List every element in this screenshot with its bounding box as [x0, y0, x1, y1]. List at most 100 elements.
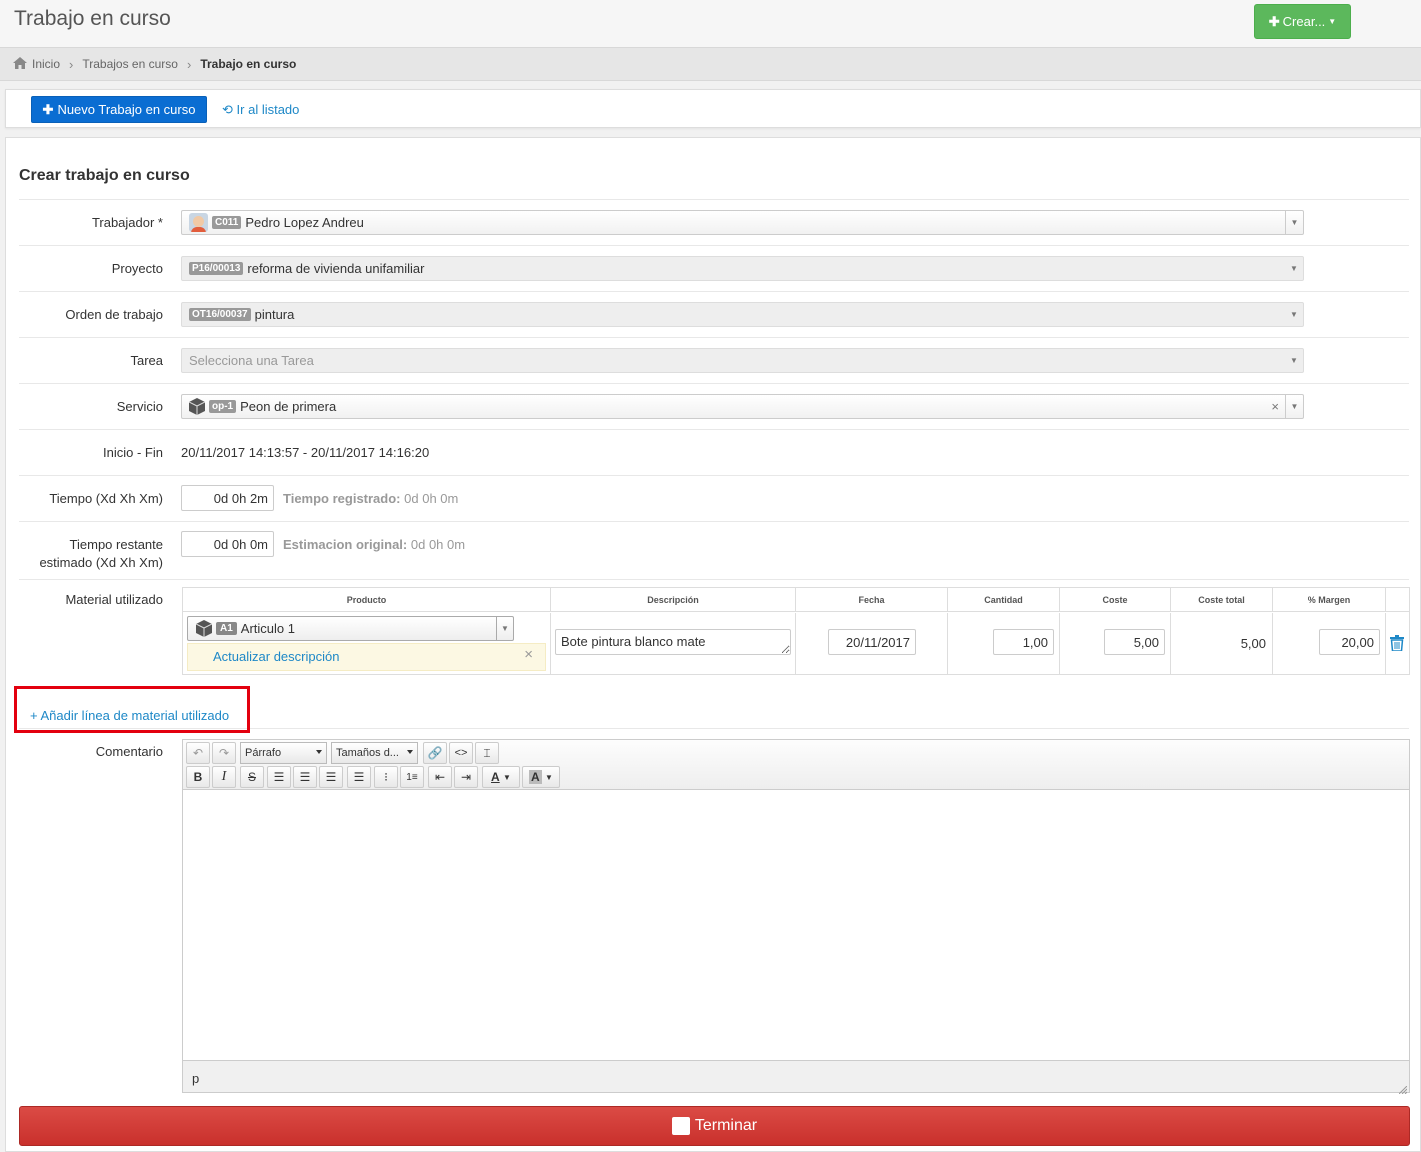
numbered-list-icon[interactable]: 1≡ — [400, 766, 424, 788]
fecha-input[interactable] — [828, 629, 916, 655]
breadcrumb-list[interactable]: Trabajos en curso — [82, 57, 178, 71]
material-label: Material utilizado — [65, 592, 163, 607]
descripcion-textarea[interactable]: Bote pintura blanco mate — [555, 629, 791, 655]
go-to-list-link[interactable]: ⟲ Ir al listado — [222, 102, 299, 118]
add-material-line-link[interactable]: + Añadir línea de material utilizado — [30, 708, 229, 723]
tiempo-restante-label-line1: Tiempo restante — [69, 537, 163, 552]
bullet-list-icon[interactable]: ⁝ — [374, 766, 398, 788]
cantidad-input[interactable] — [993, 629, 1054, 655]
servicio-value: Peon de primera — [240, 399, 337, 414]
align-left-icon[interactable]: ☰ — [267, 766, 291, 788]
tarea-placeholder: Selecciona una Tarea — [189, 353, 314, 368]
strikethrough-icon[interactable]: S — [240, 766, 264, 788]
chevron-down-icon — [407, 750, 413, 754]
proyecto-select[interactable]: P16/00013 reforma de vivienda unifamilia… — [181, 256, 1304, 281]
font-size-select[interactable]: Tamaños d... — [331, 742, 418, 764]
chevron-down-icon: ▼ — [1285, 211, 1303, 234]
close-icon[interactable]: × — [524, 642, 533, 668]
estimacion-original: Estimacion original: 0d 0h 0m — [283, 537, 465, 552]
bold-icon[interactable]: B — [186, 766, 210, 788]
plus-icon: ✚ — [42, 101, 54, 117]
producto-select[interactable]: A1 Articulo 1 ▼ — [187, 616, 514, 641]
terminar-button-label: Terminar — [694, 1117, 758, 1134]
margen-input[interactable] — [1319, 629, 1380, 655]
inicio-fin-value: 20/11/2017 14:13:57 - 20/11/2017 14:16:2… — [181, 445, 430, 460]
col-margen: % Margen — [1273, 588, 1386, 612]
trabajador-label: Trabajador * — [91, 215, 163, 230]
element-path: p — [192, 1071, 200, 1086]
form-title: Crear trabajo en curso — [19, 167, 190, 184]
terminar-button[interactable]: Terminar — [19, 1106, 1410, 1146]
producto-code: A1 — [216, 622, 237, 635]
divider — [19, 383, 1409, 384]
align-center-icon[interactable]: ☰ — [293, 766, 317, 788]
material-table-header: Producto Descripción Fecha Cantidad Cost… — [183, 588, 1409, 612]
format-select[interactable]: Párrafo — [240, 742, 327, 764]
col-producto: Producto — [183, 588, 551, 612]
page-break-icon[interactable]: ⌶ — [475, 742, 499, 764]
update-description-link[interactable]: Actualizar descripción — [213, 649, 339, 664]
action-bar: ✚ Nuevo Trabajo en curso ⟲ Ir al listado — [5, 89, 1421, 128]
orden-select[interactable]: OT16/00037 pintura ▼ — [181, 302, 1304, 327]
clear-icon[interactable]: × — [1271, 399, 1279, 414]
resize-handle-icon[interactable] — [1398, 1082, 1408, 1095]
divider — [19, 475, 1409, 476]
code-icon[interactable]: <> — [449, 742, 473, 764]
undo-icon[interactable]: ↶ — [186, 742, 210, 764]
col-descripcion: Descripción — [551, 588, 796, 612]
tiempo-input[interactable] — [181, 485, 274, 511]
estimacion-original-label: Estimacion original: — [283, 537, 408, 552]
servicio-label: Servicio — [116, 399, 163, 414]
create-button[interactable]: ✚ Crear... ▼ — [1254, 4, 1351, 39]
inicio-fin-label: Inicio - Fin — [103, 445, 163, 460]
fecha-cell — [796, 613, 948, 674]
outdent-icon[interactable]: ⇤ — [428, 766, 452, 788]
create-button-label: Crear... — [1282, 14, 1326, 29]
indent-icon[interactable]: ⇥ — [454, 766, 478, 788]
chevron-down-icon — [316, 750, 322, 754]
divider — [19, 429, 1409, 430]
link-icon[interactable]: 🔗 — [423, 742, 447, 764]
breadcrumb-current: Trabajo en curso — [200, 57, 297, 71]
box-icon — [189, 398, 205, 415]
proyecto-value: reforma de vivienda unifamiliar — [247, 261, 425, 276]
align-right-icon[interactable]: ☰ — [319, 766, 343, 788]
tiempo-restante-input[interactable] — [181, 531, 274, 557]
margen-cell — [1273, 613, 1386, 674]
caret-down-icon: ▼ — [1328, 17, 1337, 26]
justify-icon[interactable]: ☰ — [347, 766, 371, 788]
italic-icon[interactable]: I — [212, 766, 236, 788]
chevron-down-icon: ▼ — [496, 617, 513, 640]
table-row: A1 Articulo 1 ▼ Actualizar descripción × — [183, 613, 551, 674]
chevron-right-icon: › — [69, 56, 74, 72]
coste-total-value: 5,00 — [1240, 636, 1266, 651]
orden-code: OT16/00037 — [189, 308, 251, 321]
coste-input[interactable] — [1104, 629, 1165, 655]
chevron-right-icon: › — [186, 56, 192, 72]
form-card: Crear trabajo en curso Trabajador * C011… — [5, 137, 1421, 1152]
font-size-select-value: Tamaños d... — [336, 747, 399, 759]
page-title: Trabajo en curso — [14, 7, 171, 30]
comment-editor-area[interactable] — [183, 790, 1409, 1061]
coste-cell — [1060, 613, 1171, 674]
coste-total-cell: 5,00 — [1171, 613, 1273, 674]
servicio-select[interactable]: op-1 Peon de primera × ▼ — [181, 394, 1304, 419]
new-work-button[interactable]: ✚ Nuevo Trabajo en curso — [31, 96, 207, 123]
estimacion-original-value: 0d 0h 0m — [410, 537, 466, 552]
redo-icon[interactable]: ↷ — [212, 742, 236, 764]
top-bar: Trabajo en curso ✚ Crear... ▼ — [0, 0, 1421, 47]
col-coste-total: Coste total — [1171, 588, 1273, 612]
tiempo-registrado: Tiempo registrado: 0d 0h 0m — [283, 491, 458, 506]
divider — [19, 291, 1409, 292]
orden-value: pintura — [254, 307, 295, 322]
tarea-select[interactable]: Selecciona una Tarea ▼ — [181, 348, 1304, 373]
background-color-icon[interactable]: A ▼ — [522, 766, 560, 788]
user-avatar-icon — [189, 213, 208, 232]
breadcrumb-home[interactable]: Inicio — [32, 57, 60, 71]
trabajador-select[interactable]: C011 Pedro Lopez Andreu ▼ — [181, 210, 1304, 235]
chevron-down-icon: ▼ — [1290, 356, 1298, 365]
trash-icon[interactable] — [1390, 635, 1404, 652]
text-color-icon[interactable]: A ▼ — [482, 766, 520, 788]
go-to-list-label: Ir al listado — [236, 102, 300, 117]
tiempo-registrado-value: 0d 0h 0m — [404, 491, 459, 506]
